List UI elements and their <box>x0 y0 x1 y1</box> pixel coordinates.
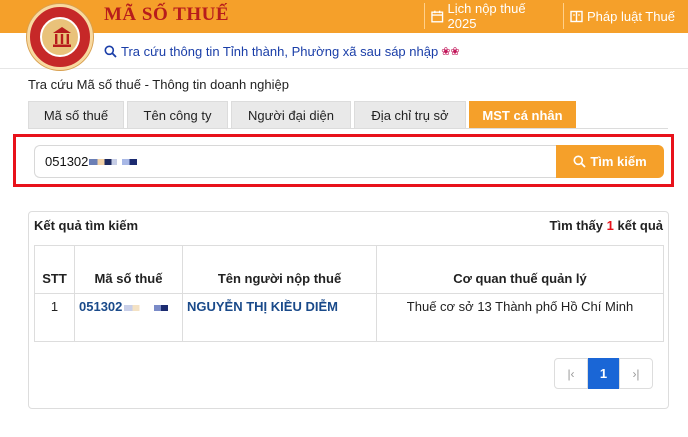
cell-mst: 051302 <box>74 293 183 342</box>
cell-agency: Thuế cơ sở 13 Thành phố Hồ Chí Minh <box>376 293 664 342</box>
search-icon <box>104 45 117 58</box>
redacted-mst-digits-2 <box>154 305 169 311</box>
flower-icon: ❀❀ <box>441 46 460 58</box>
search-button-label: Tìm kiếm <box>590 154 647 169</box>
first-page-button[interactable]: |‹ <box>554 358 588 389</box>
merger-lookup-link[interactable]: Tra cứu thông tin Tỉnh thành, Phường xã … <box>104 44 460 59</box>
page-breadcrumb: Tra cứu Mã số thuế - Thông tin doanh ngh… <box>28 77 289 92</box>
page-1-button[interactable]: 1 <box>588 358 619 389</box>
redacted-mst-digits <box>124 305 149 311</box>
results-count-prefix: Tìm thấy <box>549 218 603 233</box>
table-row: 1 051302 NGUYỄN THỊ KIỀU DIỄM Thuế cơ sở… <box>34 293 664 342</box>
pagination: |‹ 1 ›| <box>554 358 653 389</box>
nav-phap-luat-thue[interactable]: Pháp luật Thuế <box>563 3 688 29</box>
calendar-icon <box>431 10 444 22</box>
column-header-mst: Mã số thuế <box>74 245 183 294</box>
tab-ma-so-thue[interactable]: Mã số thuế <box>28 101 124 128</box>
cell-stt: 1 <box>34 293 75 342</box>
results-count: Tìm thấy 1 kết quả <box>550 218 663 233</box>
cell-name: NGUYỄN THỊ KIỀU DIỄM <box>182 293 377 342</box>
column-header-agency: Cơ quan thuế quản lý <box>376 245 664 294</box>
tab-mst-ca-nhan[interactable]: MST cá nhân <box>469 101 576 128</box>
top-header: MÃ SỐ THUẾ Lịch nộp thuế 2025 Pháp luật … <box>0 0 688 33</box>
search-input[interactable]: 051302 <box>34 145 558 178</box>
nav-lich-nop-thue[interactable]: Lịch nộp thuế 2025 <box>424 1 560 31</box>
redacted-digits <box>89 158 118 165</box>
search-input-value: 051302 <box>45 154 89 169</box>
nav-phap-luat-label: Pháp luật Thuế <box>587 8 675 24</box>
logo-emblem <box>40 17 80 57</box>
site-title[interactable]: MÃ SỐ THUẾ <box>104 4 229 26</box>
results-title: Kết quả tìm kiếm <box>34 218 139 233</box>
tab-divider <box>28 128 668 129</box>
tab-nguoi-dai-dien[interactable]: Người đại diện <box>231 101 351 128</box>
search-button[interactable]: Tìm kiếm <box>556 145 664 178</box>
merger-lookup-label: Tra cứu thông tin Tỉnh thành, Phường xã … <box>121 44 439 59</box>
redacted-digits-2 <box>122 158 138 165</box>
tab-dia-chi-tru-so[interactable]: Địa chỉ trụ sở <box>354 101 466 128</box>
search-icon <box>573 155 586 168</box>
column-header-name: Tên người nộp thuế <box>182 245 377 294</box>
taxpayer-name-link[interactable]: NGUYỄN THỊ KIỀU DIỄM <box>183 299 338 314</box>
table-header-row: STT Mã số thuế Tên người nộp thuế Cơ qua… <box>34 245 664 294</box>
tab-ten-cong-ty[interactable]: Tên công ty <box>127 101 228 128</box>
site-logo[interactable] <box>27 4 93 70</box>
mst-link[interactable]: 051302 <box>75 299 122 314</box>
book-icon <box>570 10 583 22</box>
last-page-button[interactable]: ›| <box>619 358 653 389</box>
results-count-suffix: kết quả <box>617 218 663 233</box>
nav-lich-label: Lịch nộp thuế 2025 <box>447 1 526 31</box>
column-header-stt: STT <box>34 245 75 294</box>
results-table: STT Mã số thuế Tên người nộp thuế Cơ qua… <box>34 245 664 342</box>
emblem-icon <box>53 27 71 47</box>
announcement-bar: Tra cứu thông tin Tỉnh thành, Phường xã … <box>0 33 688 69</box>
results-count-number: 1 <box>606 218 614 233</box>
